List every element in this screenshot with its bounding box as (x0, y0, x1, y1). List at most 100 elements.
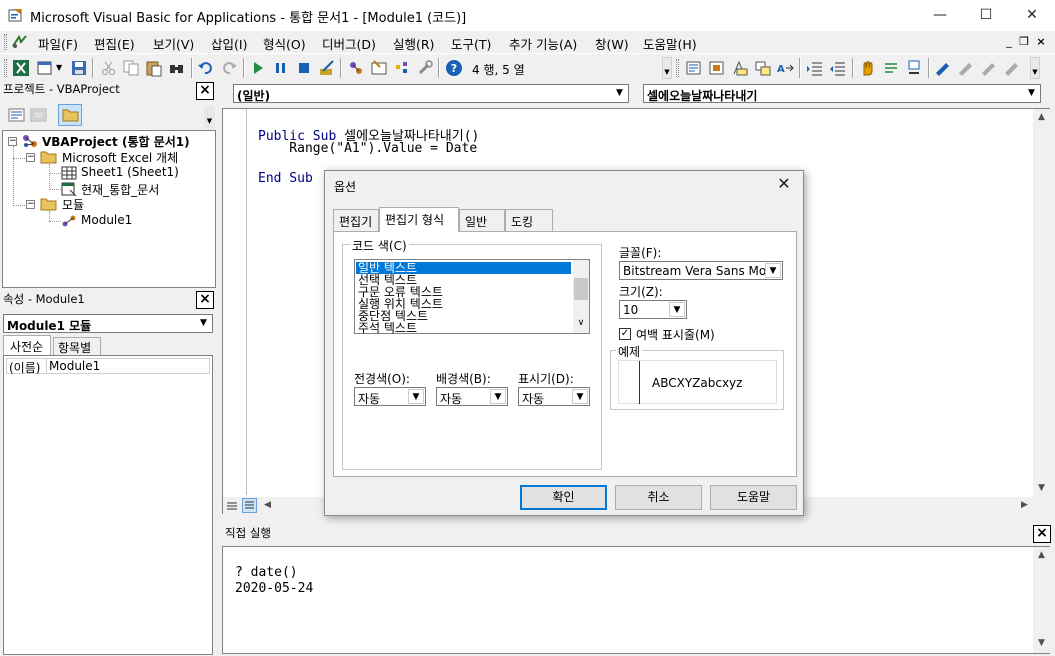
tab-general[interactable]: 일반 (459, 209, 505, 231)
toggle-breakpoint-icon[interactable] (859, 59, 877, 77)
object-browser-icon[interactable] (393, 59, 411, 77)
toggle-folders-button[interactable] (58, 104, 82, 126)
tree-item-vbaproject[interactable]: VBAProject (통합 문서1) (42, 133, 190, 150)
undo-icon[interactable] (197, 59, 215, 77)
menu-help[interactable]: 도움말(H) (643, 34, 697, 53)
chevron-down-icon[interactable]: ∨ (573, 318, 589, 328)
mdi-minimize-button[interactable]: _ (1001, 34, 1017, 50)
previous-bookmark-icon[interactable] (980, 59, 998, 77)
tree-item-sheet1[interactable]: Sheet1 (Sheet1) (81, 165, 179, 179)
tree-item-modules[interactable]: 모듈 (62, 196, 84, 213)
menu-debug[interactable]: 디버그(D) (322, 34, 376, 53)
chevron-down-icon[interactable]: ▼ (669, 302, 685, 317)
help-icon[interactable]: ? (445, 59, 463, 77)
tab-alphabetic[interactable]: 사전순 (3, 335, 51, 355)
code-line[interactable]: End Sub (258, 171, 313, 186)
chevron-down-icon[interactable]: ▼ (1024, 86, 1039, 101)
maximize-button[interactable]: ☐ (963, 0, 1009, 31)
background-combo[interactable]: 자동 ▼ (436, 387, 508, 406)
full-module-view-icon[interactable] (242, 498, 257, 513)
clear-bookmarks-icon[interactable] (1003, 59, 1021, 77)
parameter-info-icon[interactable] (754, 59, 772, 77)
mdi-close-button[interactable]: × (1033, 34, 1049, 50)
immediate-window[interactable]: ? date() 2020-05-24 ▲ ▼ (222, 546, 1050, 654)
menu-edit[interactable]: 편집(E) (94, 34, 135, 53)
expand-toggle-icon[interactable]: − (8, 137, 17, 146)
ok-button[interactable]: 확인 (520, 485, 607, 510)
scroll-down-icon[interactable]: ▼ (1033, 480, 1050, 497)
immediate-pane-close-button[interactable]: × (1033, 525, 1051, 543)
break-icon[interactable] (272, 59, 290, 77)
project-pane-close-button[interactable]: × (196, 82, 214, 100)
close-window-button[interactable]: ✕ (1009, 0, 1055, 31)
view-code-icon[interactable] (8, 107, 26, 123)
menu-view[interactable]: 보기(V) (153, 34, 194, 53)
menubar-grip[interactable] (4, 34, 7, 50)
chevron-down-icon[interactable]: ▼ (490, 389, 506, 404)
properties-window-icon[interactable] (370, 59, 388, 77)
tab-editor[interactable]: 편집기 (333, 209, 379, 231)
list-item[interactable]: 구문 오류 텍스트 (356, 286, 571, 298)
procedure-view-icon[interactable] (226, 500, 238, 512)
code-vertical-scrollbar[interactable]: ▲ ▼ (1033, 109, 1050, 497)
view-object-icon[interactable] (30, 107, 48, 123)
chevron-down-icon[interactable]: ▼ (408, 389, 424, 404)
font-combo[interactable]: Bitstream Vera Sans Mor ▼ (619, 261, 783, 280)
cancel-button[interactable]: 취소 (615, 485, 702, 510)
excel-view-icon[interactable] (11, 34, 28, 50)
list-properties-icon[interactable] (685, 59, 703, 77)
menu-insert[interactable]: 삽입(I) (211, 34, 247, 53)
properties-pane-close-button[interactable]: × (196, 291, 214, 309)
project-toolbar-overflow-icon[interactable]: ▼ (204, 106, 215, 128)
menu-tools[interactable]: 도구(T) (451, 34, 491, 53)
scroll-right-icon[interactable]: ▶ (1016, 497, 1033, 514)
procedure-combo[interactable]: 셀에오늘날짜나타내기 ▼ (643, 84, 1041, 103)
chevron-down-icon[interactable]: ▼ (572, 389, 588, 404)
uncomment-block-icon[interactable] (905, 59, 923, 77)
chevron-down-icon[interactable]: ▼ (612, 86, 627, 101)
indicator-combo[interactable]: 자동 ▼ (518, 387, 590, 406)
insert-dropdown-icon[interactable]: ▼ (56, 63, 62, 72)
paste-icon[interactable] (145, 59, 163, 77)
toolbox-icon[interactable] (416, 59, 434, 77)
immediate-line[interactable]: ? date() (235, 565, 298, 580)
foreground-combo[interactable]: 자동 ▼ (354, 387, 426, 406)
scroll-left-icon[interactable]: ◀ (259, 497, 276, 514)
mdi-restore-button[interactable]: ❐ (1016, 34, 1032, 50)
scroll-up-icon[interactable]: ▲ (1033, 109, 1050, 126)
edit-toolbar-overflow-icon[interactable]: ▼ (1030, 57, 1040, 79)
size-combo[interactable]: 10 ▼ (619, 300, 687, 319)
project-explorer-icon[interactable] (347, 59, 365, 77)
scroll-down-icon[interactable]: ▼ (1033, 635, 1050, 652)
tab-docking[interactable]: 도킹 (505, 209, 553, 231)
menu-format[interactable]: 형식(O) (263, 34, 306, 53)
list-item[interactable]: 주석 텍스트 (356, 322, 571, 334)
expand-toggle-icon[interactable]: − (26, 153, 35, 162)
object-combo[interactable]: (일반) ▼ (233, 84, 629, 103)
edit-toolbar-grip[interactable] (676, 59, 679, 77)
list-constants-icon[interactable] (708, 59, 726, 77)
margin-indicator-checkbox[interactable]: ✓ (619, 328, 631, 340)
copy-icon[interactable] (122, 59, 140, 77)
indent-icon[interactable] (806, 59, 824, 77)
list-item[interactable]: 실행 위치 텍스트 (356, 298, 571, 310)
cut-icon[interactable] (100, 59, 118, 77)
chevron-down-icon[interactable]: ▼ (765, 263, 781, 278)
code-colors-list[interactable]: 일반 텍스트 선택 텍스트 구문 오류 텍스트 실행 위치 텍스트 중단점 텍스… (354, 259, 590, 334)
toolbar-overflow-icon[interactable]: ▼ (662, 57, 672, 79)
code-line[interactable]: Range("A1").Value = Date (258, 141, 477, 156)
list-item[interactable]: 중단점 텍스트 (356, 310, 571, 322)
menu-file[interactable]: 파일(F) (38, 34, 78, 53)
toggle-bookmark-icon[interactable] (934, 59, 952, 77)
tree-item-workbook[interactable]: 현재_통합_문서 (81, 181, 159, 198)
reset-icon[interactable] (295, 59, 313, 77)
menu-window[interactable]: 창(W) (595, 34, 629, 53)
toolbar-grip[interactable] (4, 59, 7, 77)
tree-item-module1[interactable]: Module1 (81, 213, 132, 227)
quick-info-icon[interactable] (731, 59, 749, 77)
list-item[interactable]: 선택 텍스트 (356, 274, 571, 286)
save-icon[interactable] (70, 59, 88, 77)
chevron-down-icon[interactable]: ▼ (196, 316, 211, 331)
complete-word-icon[interactable]: A (776, 59, 794, 77)
dialog-close-button[interactable]: ✕ (771, 174, 797, 194)
